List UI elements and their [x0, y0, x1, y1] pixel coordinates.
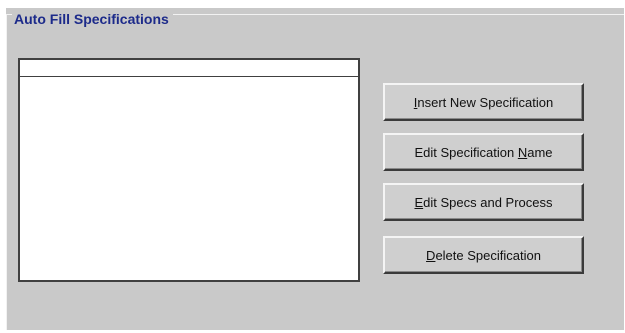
groupbox-title: Auto Fill Specifications [12, 10, 173, 28]
edit-specification-name-button[interactable]: Edit Specification Name [383, 133, 584, 171]
delete-specification-label: Delete Specification [426, 247, 541, 263]
edit-specs-and-process-label: Edit Specs and Process [414, 194, 553, 210]
edit-specification-name-label: Edit Specification Name [414, 144, 553, 160]
listbox-header-row[interactable] [20, 60, 358, 77]
specifications-listbox[interactable] [18, 58, 360, 282]
delete-specification-button[interactable]: Delete Specification [383, 236, 584, 274]
edit-specs-and-process-button[interactable]: Edit Specs and Process [383, 183, 584, 221]
insert-new-specification-label: Insert New Specification [413, 94, 554, 110]
insert-new-specification-button[interactable]: Insert New Specification [383, 83, 584, 121]
auto-fill-specifications-panel: Auto Fill Specifications Insert New Spec… [6, 8, 624, 330]
